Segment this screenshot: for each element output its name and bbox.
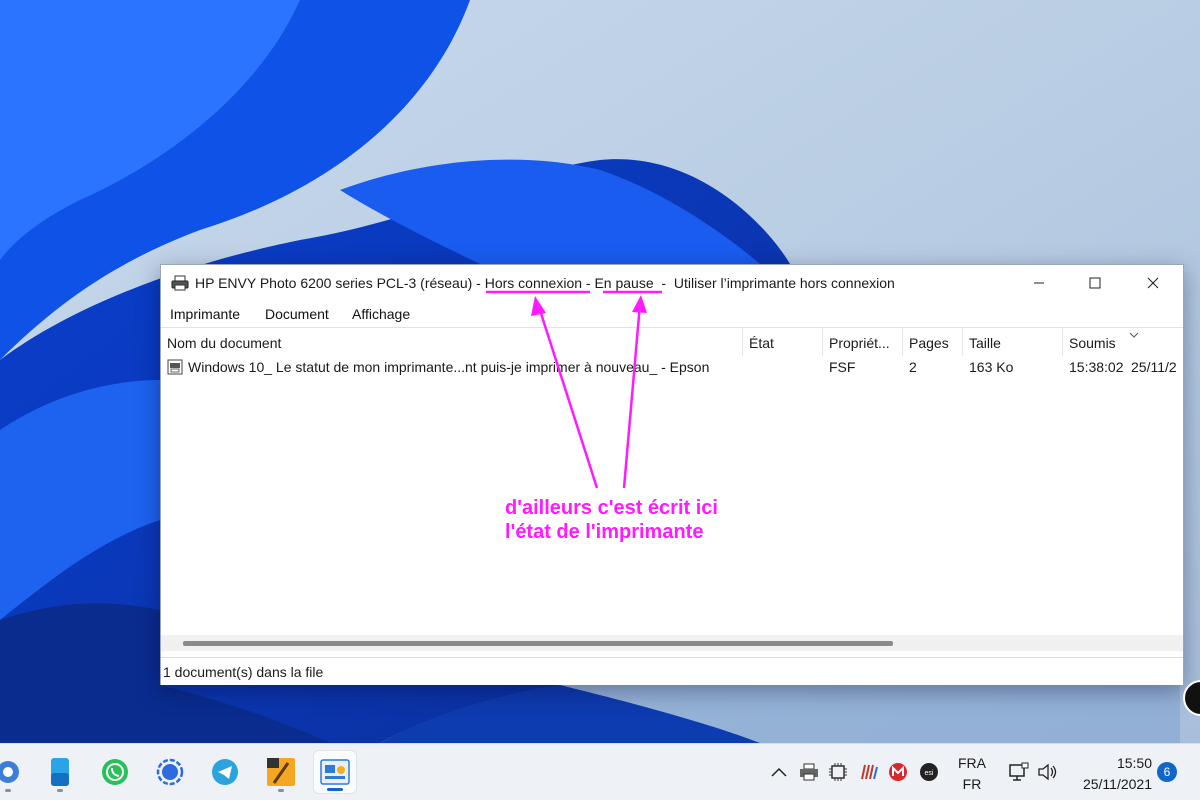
volume-icon: [1038, 763, 1057, 781]
clock-date[interactable]: 25/11/2021: [1072, 776, 1152, 792]
document-list[interactable]: Nom du document État Propriét... Pages T…: [161, 327, 1183, 635]
title-paused-status: En pause: [594, 275, 654, 291]
tray-printer[interactable]: [797, 760, 821, 784]
menu-bar: Imprimante Document Affichage: [161, 303, 1183, 325]
title-printer-name: HP ENVY Photo 6200 series PCL-3 (réseau)…: [195, 275, 485, 291]
app-64-icon: [267, 758, 295, 786]
document-icon: [167, 359, 183, 375]
title-separator: -: [582, 275, 595, 291]
signal-icon: [156, 758, 184, 786]
taskbar: esi FRA FR 15:50 25/11/2021: [0, 743, 1200, 800]
menu-affichage[interactable]: Affichage: [352, 306, 410, 322]
title-offline-status: Hors connexion: [484, 275, 583, 291]
column-header-name[interactable]: Nom du document: [161, 328, 743, 356]
mega-icon: [889, 763, 907, 781]
taskbar-app-files[interactable]: [38, 750, 82, 794]
menu-imprimante[interactable]: Imprimante: [170, 306, 240, 322]
telegram-icon: [212, 759, 238, 785]
taskbar-app-signal[interactable]: [148, 750, 192, 794]
files-icon: [51, 758, 69, 786]
annotation-line-1: d'ailleurs c'est écrit ici: [505, 497, 718, 519]
eset-icon: esi: [920, 763, 938, 781]
menu-document[interactable]: Document: [265, 306, 329, 322]
close-icon: [1147, 277, 1159, 289]
clock-time[interactable]: 15:50: [1072, 755, 1152, 771]
scrollbar-thumb[interactable]: [183, 641, 893, 646]
tray-volume[interactable]: [1036, 760, 1060, 784]
print-queue-window: HP ENVY Photo 6200 series PCL-3 (réseau)…: [160, 264, 1184, 685]
printer-queue-icon: [320, 759, 350, 785]
taskbar-app-whatsapp[interactable]: [93, 750, 137, 794]
chevron-down-icon: [1129, 332, 1139, 338]
chip-icon: [829, 763, 847, 781]
column-header-submitted[interactable]: Soumis: [1063, 328, 1183, 356]
annotation-line-2: l'état de l'imprimante: [505, 521, 704, 543]
tray-chip[interactable]: [826, 760, 850, 784]
status-bar: 1 document(s) dans la file: [161, 657, 1183, 685]
notification-badge[interactable]: 6: [1157, 762, 1177, 782]
tray-winrar[interactable]: [857, 760, 881, 784]
column-header-pages[interactable]: Pages: [903, 328, 963, 356]
maximize-button[interactable]: [1067, 265, 1123, 301]
network-icon: [1009, 762, 1029, 781]
column-header-owner[interactable]: Propriét...: [823, 328, 903, 356]
language-indicator-bottom[interactable]: FR: [952, 776, 992, 792]
table-row[interactable]: Windows 10_ Le statut de mon imprimante.…: [161, 356, 1183, 378]
horizontal-scrollbar[interactable]: [161, 635, 1183, 651]
svg-text:esi: esi: [925, 770, 934, 777]
cell-document-name: Windows 10_ Le statut de mon imprimante.…: [188, 359, 710, 375]
show-hidden-icons-button[interactable]: [767, 760, 791, 784]
minimize-button[interactable]: [1011, 265, 1067, 301]
title-offline-mode: - Utiliser l’imprimante hors connexion: [653, 275, 895, 291]
stripes-icon: [861, 764, 878, 780]
tray-eset[interactable]: esi: [917, 760, 941, 784]
minimize-icon: [1034, 282, 1044, 284]
annotation-text: d'ailleurs c'est écrit ici l'état de l'i…: [505, 496, 718, 544]
printer-icon: [171, 275, 189, 291]
window-title: HP ENVY Photo 6200 series PCL-3 (réseau)…: [195, 275, 895, 291]
column-header-size[interactable]: Taille: [963, 328, 1063, 356]
taskbar-app-64[interactable]: [259, 750, 303, 794]
cell-time: 15:38:02: [1069, 359, 1124, 375]
printer-tray-icon: [800, 763, 818, 781]
chevron-up-icon: [771, 767, 787, 777]
status-text: 1 document(s) dans la file: [163, 664, 324, 680]
language-indicator-top[interactable]: FRA: [952, 755, 992, 771]
maximize-icon: [1089, 277, 1101, 289]
cell-pages: 2: [909, 359, 917, 375]
taskbar-app-printer-queue[interactable]: [313, 750, 357, 794]
cell-size: 163 Ko: [969, 359, 1014, 375]
cell-owner: FSF: [829, 359, 856, 375]
close-button[interactable]: [1125, 265, 1181, 301]
tray-mega[interactable]: [886, 760, 910, 784]
tray-network[interactable]: [1007, 760, 1031, 784]
taskbar-app-telegram[interactable]: [203, 750, 247, 794]
title-bar[interactable]: HP ENVY Photo 6200 series PCL-3 (réseau)…: [161, 265, 1183, 301]
taskbar-app-browser[interactable]: [0, 750, 30, 794]
column-header-state[interactable]: État: [743, 328, 823, 356]
cell-date: 25/11/2: [1131, 359, 1177, 375]
browser-icon: [0, 761, 19, 783]
whatsapp-icon: [102, 759, 128, 785]
